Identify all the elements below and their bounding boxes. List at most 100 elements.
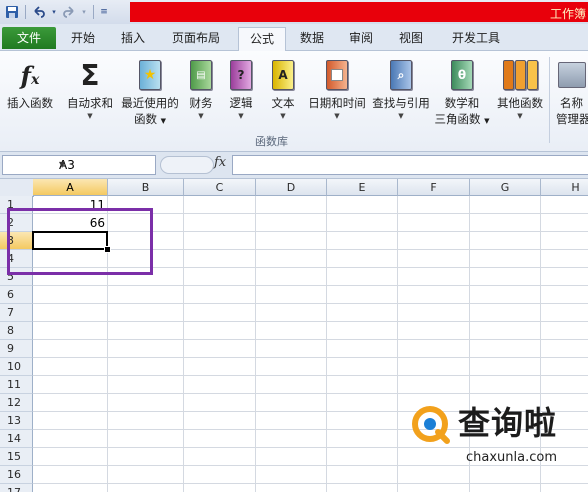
lookup-reference-button[interactable]: ⌕ 查找与引用 ▼ [368,55,434,121]
row-header-15[interactable]: 15 [0,448,33,466]
gridline-horizontal [33,483,588,484]
gridline-horizontal [33,357,588,358]
date-time-button[interactable]: 日期和时间 ▼ [304,55,370,121]
insert-function-icon[interactable]: fx [214,155,226,170]
math-trig-label: 数学和 [444,96,480,110]
lookup-reference-label: 查找与引用 [372,96,430,110]
column-header-a[interactable]: A [33,179,108,196]
watermark: 查询啦 chaxunla.com [402,398,582,472]
magnifier-logo-icon [412,406,450,444]
autosum-button[interactable]: Σ 自动求和 ▼ [64,55,116,121]
row-header-14[interactable]: 14 [0,430,33,448]
star-book-icon: ★ [118,55,182,95]
row-header-17[interactable]: 17 [0,484,33,492]
sigma-icon: Σ [80,58,100,92]
save-icon[interactable] [4,4,20,20]
text-button[interactable]: A 文本 ▼ [266,55,300,121]
column-header-e[interactable]: E [327,179,398,196]
chevron-down-icon: ▼ [334,112,340,120]
column-header-c[interactable]: C [184,179,256,196]
chevron-down-icon: ▼ [280,112,286,120]
name-manager-button[interactable]: 名称 管理器 [552,55,588,127]
recent-functions-button[interactable]: ★ 最近使用的 函数 ▼ [118,55,182,129]
tab-developer[interactable]: 开发工具 [440,27,512,49]
tab-formulas[interactable]: 公式 [238,27,286,51]
ribbon-separator [549,57,550,143]
column-header-b[interactable]: B [108,179,184,196]
tab-home[interactable]: 开始 [60,27,106,49]
autosum-label: 自动求和 [67,96,113,110]
math-trig-label-2: 三角函数 ▼ [434,112,490,126]
name-manager-label: 名称 [560,96,583,110]
row-header-10[interactable]: 10 [0,358,33,376]
row-header-8[interactable]: 8 [0,322,33,340]
gridline-horizontal [33,339,588,340]
date-time-label: 日期和时间 [308,96,366,110]
separator [93,5,94,19]
column-header-g[interactable]: G [470,179,541,196]
logical-button[interactable]: ? 逻辑 ▼ [224,55,258,121]
formula-bar-handle[interactable] [160,156,214,174]
watermark-url: chaxunla.com [466,450,557,465]
financial-button[interactable]: ▤ 财务 ▼ [184,55,218,121]
title-bar: ▾ ▾ ≡ 工作簿 [0,0,588,24]
tab-insert[interactable]: 插入 [110,27,156,49]
row-header-9[interactable]: 9 [0,340,33,358]
column-header-f[interactable]: F [398,179,470,196]
select-all-corner[interactable] [0,179,34,197]
quick-access-toolbar: ▾ ▾ ≡ [4,2,109,22]
gridline-horizontal [33,321,588,322]
formula-input[interactable] [232,155,588,175]
row-header-16[interactable]: 16 [0,466,33,484]
chevron-down-icon: ▼ [517,112,523,120]
separator [25,5,26,19]
more-functions-button[interactable]: 其他函数 ▼ [494,55,546,121]
math-trig-button[interactable]: θ 数学和 三角函数 ▼ [432,55,492,129]
question-book-icon: ? [224,55,258,95]
tab-page-layout[interactable]: 页面布局 [160,27,232,49]
row-header-7[interactable]: 7 [0,304,33,322]
logical-label: 逻辑 [229,96,253,110]
name-manager-icon [552,55,588,95]
customize-icon[interactable]: ≡ [99,4,109,20]
recent-functions-label: 最近使用的 [121,96,179,110]
magnifier-book-icon: ⌕ [368,55,434,95]
text-label: 文本 [271,96,295,110]
name-manager-label-2: 管理器 [556,112,588,126]
financial-label: 财务 [189,96,213,110]
row-header-12[interactable]: 12 [0,394,33,412]
row-header-6[interactable]: 6 [0,286,33,304]
chevron-down-icon[interactable]: ▼ [59,156,152,174]
recent-functions-label-2: 函数 ▼ [133,112,167,126]
chevron-down-icon: ▼ [87,112,93,120]
column-header-d[interactable]: D [256,179,327,196]
formula-bar: A3 ▼ fx [0,152,588,179]
tab-data[interactable]: 数据 [290,27,334,49]
gridline-horizontal [33,285,588,286]
redo-icon[interactable] [61,4,77,20]
tab-file[interactable]: 文件 [2,27,56,49]
row-header-13[interactable]: 13 [0,412,33,430]
insert-function-label: 插入函数 [7,96,53,110]
ribbon-tabs: 文件 开始 插入 页面布局 公式 数据 审阅 视图 开发工具 [0,24,588,51]
undo-dropdown-icon[interactable]: ▾ [50,4,58,20]
undo-icon[interactable] [31,4,47,20]
chevron-down-icon: ▼ [238,112,244,120]
calendar-book-icon [304,55,370,95]
financial-book-icon: ▤ [184,55,218,95]
worksheet-grid[interactable]: ABCDEFGH 1234567891011121314151617 11 66… [0,179,588,492]
tab-review[interactable]: 审阅 [338,27,384,49]
redo-dropdown-icon[interactable]: ▾ [80,4,88,20]
text-book-icon: A [266,55,300,95]
chevron-down-icon: ▼ [198,112,204,120]
row-header-11[interactable]: 11 [0,376,33,394]
insert-function-button[interactable]: fx 插入函数 [2,55,58,111]
fx-icon: fx [20,60,40,90]
ribbon-formulas: fx 插入函数 Σ 自动求和 ▼ ★ 最近使用的 函数 ▼ ▤ 财务 ▼ ? 逻… [0,51,588,152]
tab-view[interactable]: 视图 [388,27,434,49]
name-box[interactable]: A3 ▼ [2,155,156,175]
chevron-down-icon: ▼ [398,112,404,120]
gridline-horizontal [33,375,588,376]
column-header-h[interactable]: H [541,179,588,196]
watermark-title: 查询啦 [458,404,558,442]
